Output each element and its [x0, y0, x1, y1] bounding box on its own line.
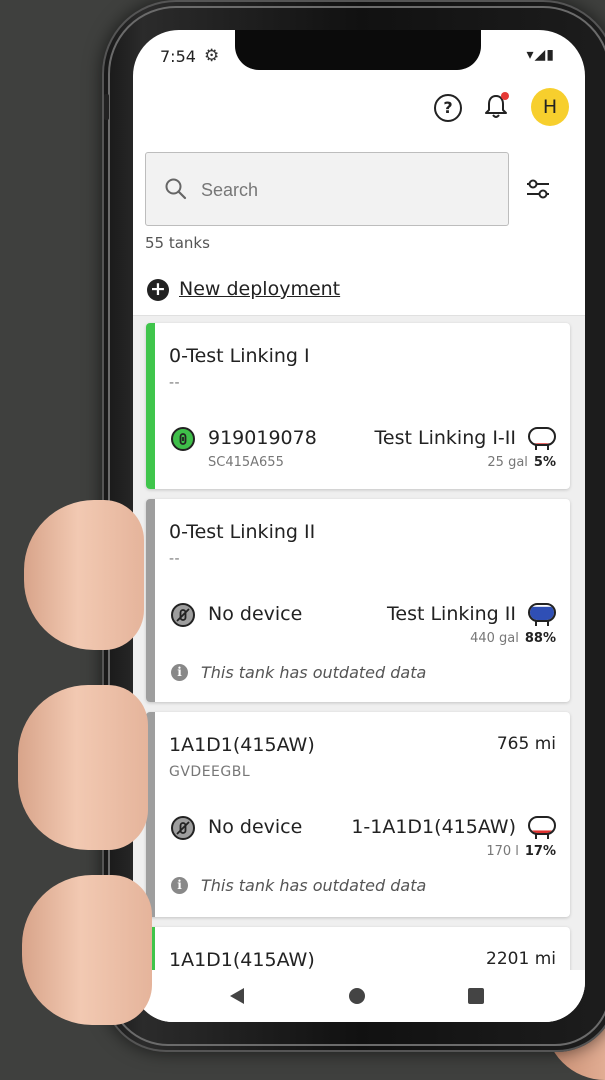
tank-card[interactable]: 1A1D1(415AW) 765 mi GVDEEGBL No device 1… [146, 712, 570, 917]
device-unlinked-icon [171, 603, 195, 627]
tank-level: 25 gal 5% [487, 455, 556, 470]
info-icon: i [171, 877, 188, 894]
tank-level-icon [528, 816, 556, 839]
new-deployment-label: New deployment [179, 278, 341, 300]
tank-distance: 765 mi [496, 734, 556, 754]
status-bar: 7:54 ⚙ ▾◢▮ [133, 30, 585, 86]
back-triangle-icon[interactable] [229, 987, 245, 1005]
recents-square-icon[interactable] [468, 988, 484, 1004]
tank-list: 0-Test Linking I -- 919019078 SC415A655 … [133, 315, 585, 971]
status-time: 7:54 [160, 47, 196, 66]
tank-distance: 2201 mi [486, 949, 556, 969]
camera-notch [235, 30, 481, 70]
device-unlinked-icon [171, 816, 195, 840]
gear-icon: ⚙ [204, 46, 220, 66]
tank-card-subtitle: -- [169, 551, 181, 567]
plus-circle-icon: + [147, 279, 169, 301]
tank-volume: 440 gal [470, 631, 519, 646]
notice-text: This tank has outdated data [201, 663, 427, 682]
tank-volume: 170 l [486, 844, 519, 859]
tank-name: Test Linking II [387, 603, 516, 625]
notice-text: This tank has outdated data [201, 876, 427, 895]
tank-name: 1-1A1D1(415AW) [351, 816, 516, 838]
tank-volume: 25 gal [487, 455, 528, 470]
tank-name: Test Linking I-II [374, 427, 516, 449]
notification-bell-icon[interactable] [483, 92, 509, 120]
filter-settings-icon[interactable] [525, 176, 551, 202]
search-box[interactable] [145, 152, 509, 226]
app-screen: 7:54 ⚙ ▾◢▮ ? H 55 tanks + New deployment [133, 30, 585, 1022]
tank-card-subtitle: -- [169, 375, 181, 391]
tank-level-icon [528, 427, 556, 450]
device-serial: SC415A655 [208, 455, 284, 470]
phone-side-button [104, 94, 109, 120]
help-icon[interactable]: ? [434, 94, 462, 122]
search-icon [165, 178, 187, 200]
tank-percent: 17% [524, 844, 556, 859]
tank-card-name: 1A1D1(415AW) [169, 949, 315, 971]
tank-level-icon [528, 603, 556, 626]
tank-card[interactable]: 1A1D1(415AW) 2201 mi [146, 927, 570, 971]
tank-card-name: 1A1D1(415AW) [169, 734, 315, 756]
system-nav-bar [133, 970, 585, 1022]
info-icon: i [171, 664, 188, 681]
tank-percent: 88% [524, 631, 556, 646]
signal-battery-icon: ▾◢▮ [526, 47, 555, 63]
device-id: 919019078 [208, 427, 317, 449]
tank-card[interactable]: 0-Test Linking I -- 919019078 SC415A655 … [146, 323, 570, 489]
device-id: No device [208, 603, 303, 625]
hand-finger [18, 685, 148, 850]
device-id: No device [208, 816, 303, 838]
tank-card-name: 0-Test Linking I [169, 345, 310, 367]
device-linked-icon [171, 427, 195, 451]
home-circle-icon[interactable] [349, 988, 365, 1004]
tank-card-subtitle: GVDEEGBL [169, 764, 251, 780]
tank-card-name: 0-Test Linking II [169, 521, 316, 543]
tank-count: 55 tanks [145, 234, 210, 252]
hand-finger [24, 500, 144, 650]
avatar[interactable]: H [531, 88, 569, 126]
tank-level: 440 gal 88% [470, 631, 556, 646]
search-input[interactable] [199, 173, 493, 207]
hand-finger [22, 875, 152, 1025]
notification-dot [501, 92, 509, 100]
tank-level: 170 l 17% [486, 844, 556, 859]
tank-percent: 5% [533, 455, 556, 470]
status-bar-indicator [146, 499, 155, 702]
tank-card[interactable]: 0-Test Linking II -- No device Test Link… [146, 499, 570, 702]
status-bar-indicator [146, 323, 155, 489]
